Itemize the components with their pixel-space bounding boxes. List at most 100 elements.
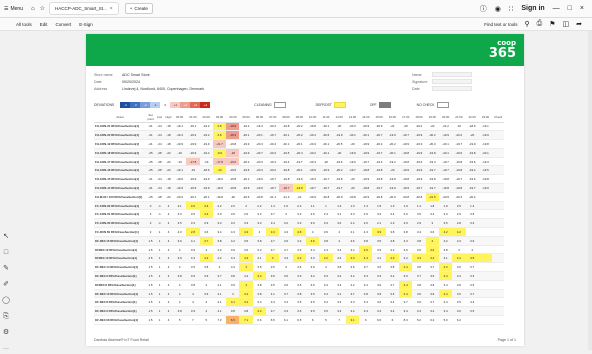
print-icon[interactable]: ⎙ — [537, 20, 543, 28]
table-cell: -19.9 — [399, 139, 413, 149]
table-cell: 3.5 — [266, 271, 280, 281]
deviations-label: DEVIATIONS — [94, 102, 115, 107]
table-cell: 3.8 — [226, 271, 240, 281]
close-tab-icon[interactable]: × — [110, 6, 113, 12]
close-window-icon[interactable]: × — [580, 5, 584, 12]
table-cell: -19.7 — [345, 165, 360, 176]
help-icon[interactable]: ⓘ — [480, 4, 487, 14]
table-cell: 2.3 — [385, 218, 400, 229]
text-select-icon[interactable]: ⎘ — [1, 312, 11, 322]
save-icon[interactable]: ◫ — [563, 20, 570, 28]
table-cell: -19.9 — [199, 139, 213, 149]
comment-icon[interactable]: □ — [1, 248, 11, 258]
table-cell: 1 — [155, 289, 164, 299]
date-field[interactable] — [432, 86, 472, 91]
table-cell: 4.3 — [239, 253, 253, 264]
table-cell: -20.1 — [239, 130, 253, 141]
table-cell: 4.2 — [319, 253, 333, 264]
more-tools-icon[interactable]: ··· — [1, 344, 11, 354]
toolbar-all-tools[interactable]: All tools — [16, 22, 32, 27]
table-cell: 3.8 — [412, 280, 426, 290]
document-page: coop 365 Store name ADC Smart Store Date 0… — [86, 34, 524, 346]
table-cell: 4.1 — [252, 253, 267, 264]
table-cell: -20.4 — [452, 192, 466, 202]
table-cell: 4.4 — [239, 271, 253, 281]
table-cell: -19.7 — [452, 174, 466, 185]
toolbar-convert[interactable]: Convert — [56, 22, 72, 27]
table-cell: 3.6 — [412, 297, 426, 308]
table-cell: 3.7 — [465, 262, 479, 273]
table-cell: 3.7 — [412, 271, 426, 281]
cursor-icon[interactable]: ↖ — [1, 232, 11, 242]
minimize-icon[interactable]: — — [553, 5, 560, 12]
table-cell: 1 — [155, 280, 164, 290]
table-cell: 3.9 — [372, 289, 386, 299]
table-cell: 4.4 — [359, 253, 373, 264]
search-icon[interactable]: ⚲ — [524, 20, 529, 28]
table-cell: 4 — [199, 297, 213, 308]
asset-name: KFRE3 8 RFG/CaseSection[1] — [94, 280, 146, 290]
column-header: 10:00 — [305, 112, 320, 123]
table-cell: 4 — [186, 289, 200, 299]
document-tab[interactable]: HACCP-ADC_Smart_St... × — [49, 2, 119, 15]
table-cell: 3.2 — [425, 209, 439, 220]
share-icon[interactable]: ➦ — [576, 20, 582, 28]
table-cell: 4.2 — [292, 253, 306, 264]
table-cell — [478, 201, 493, 211]
maximize-icon[interactable]: □ — [568, 5, 572, 12]
toolbar-edit[interactable]: Edit — [40, 22, 48, 27]
toolbar-esign[interactable]: E-Sign — [79, 22, 93, 27]
sign-in-button[interactable]: Sign in — [521, 5, 544, 12]
pen-icon[interactable]: ✎ — [1, 264, 11, 274]
home-icon[interactable]: ⌂ — [31, 6, 35, 12]
find-text-label[interactable]: Find text or tools — [484, 22, 517, 27]
table-cell: -19.6 — [452, 148, 466, 158]
table-cell: -25 — [146, 165, 155, 176]
table-cell: -19.9 — [212, 183, 227, 193]
table-cell: 4 — [173, 245, 187, 255]
table-cell: 2.2 — [212, 201, 227, 211]
vertical-scrollbar[interactable] — [588, 31, 592, 350]
table-cell: -19.9 — [478, 130, 493, 141]
table-cell: -19.9 — [385, 130, 400, 141]
table-cell: 3.5 — [319, 306, 333, 317]
table-row: KF-RE3 15 RFG/CaseSection[1] 1.5 1 4 3.9 4.1 3… — [94, 236, 505, 246]
table-cell: 1 — [155, 297, 164, 308]
stamp-icon[interactable]: ⚙ — [1, 328, 11, 338]
table-cell: -19.8 — [226, 139, 240, 149]
name-field[interactable] — [432, 72, 472, 77]
column-header: Check — [492, 112, 505, 123]
bookmark-icon[interactable]: ⚑ — [549, 20, 555, 28]
table-cell: 3.2 — [305, 271, 320, 281]
table-cell: 3.6 — [305, 280, 320, 290]
table-cell — [492, 209, 505, 220]
menu-label: Menu — [10, 5, 23, 12]
table-cell: 3.8 — [212, 236, 227, 246]
lasso-icon[interactable]: ◯ — [1, 296, 11, 306]
create-button[interactable]: + Create — [124, 3, 153, 14]
table-cell: -19.8 — [438, 183, 453, 193]
table-cell: -19.9 — [239, 183, 253, 193]
table-cell: -19.9 — [399, 165, 413, 176]
legend-swatch-pos1: +1 — [170, 101, 181, 108]
apps-grid-icon[interactable]: ∷ — [509, 5, 513, 13]
table-cell: -19.9 — [399, 183, 413, 193]
table-cell: 6.1 — [279, 315, 293, 325]
table-cell: 3.7 — [399, 297, 413, 308]
table-cell: -19.5 — [279, 148, 293, 158]
table-cell: 3.5 — [412, 209, 426, 220]
signature-field[interactable] — [432, 79, 472, 84]
notifications-icon[interactable]: ◉ — [495, 5, 501, 13]
table-cell: -19.9 — [319, 165, 333, 176]
table-cell: -19.6 — [465, 157, 479, 167]
table-cell: -19.7 — [452, 139, 466, 149]
menu-button[interactable]: ☰ Menu — [0, 0, 27, 18]
asset-name: KF-RE3 10 RFG/CaseSection[1] — [94, 289, 146, 299]
table-cell: -20 — [345, 174, 360, 185]
table-cell: 3.8 — [385, 236, 400, 246]
asset-name: KF-RE3 60 RFG/CaseSection[1] — [94, 315, 146, 325]
star-icon[interactable]: ☆ — [40, 5, 45, 12]
table-cell: 4 — [266, 253, 280, 264]
highlighter-icon[interactable]: ✐ — [1, 280, 11, 290]
table-cell: 3.6 — [305, 218, 320, 229]
